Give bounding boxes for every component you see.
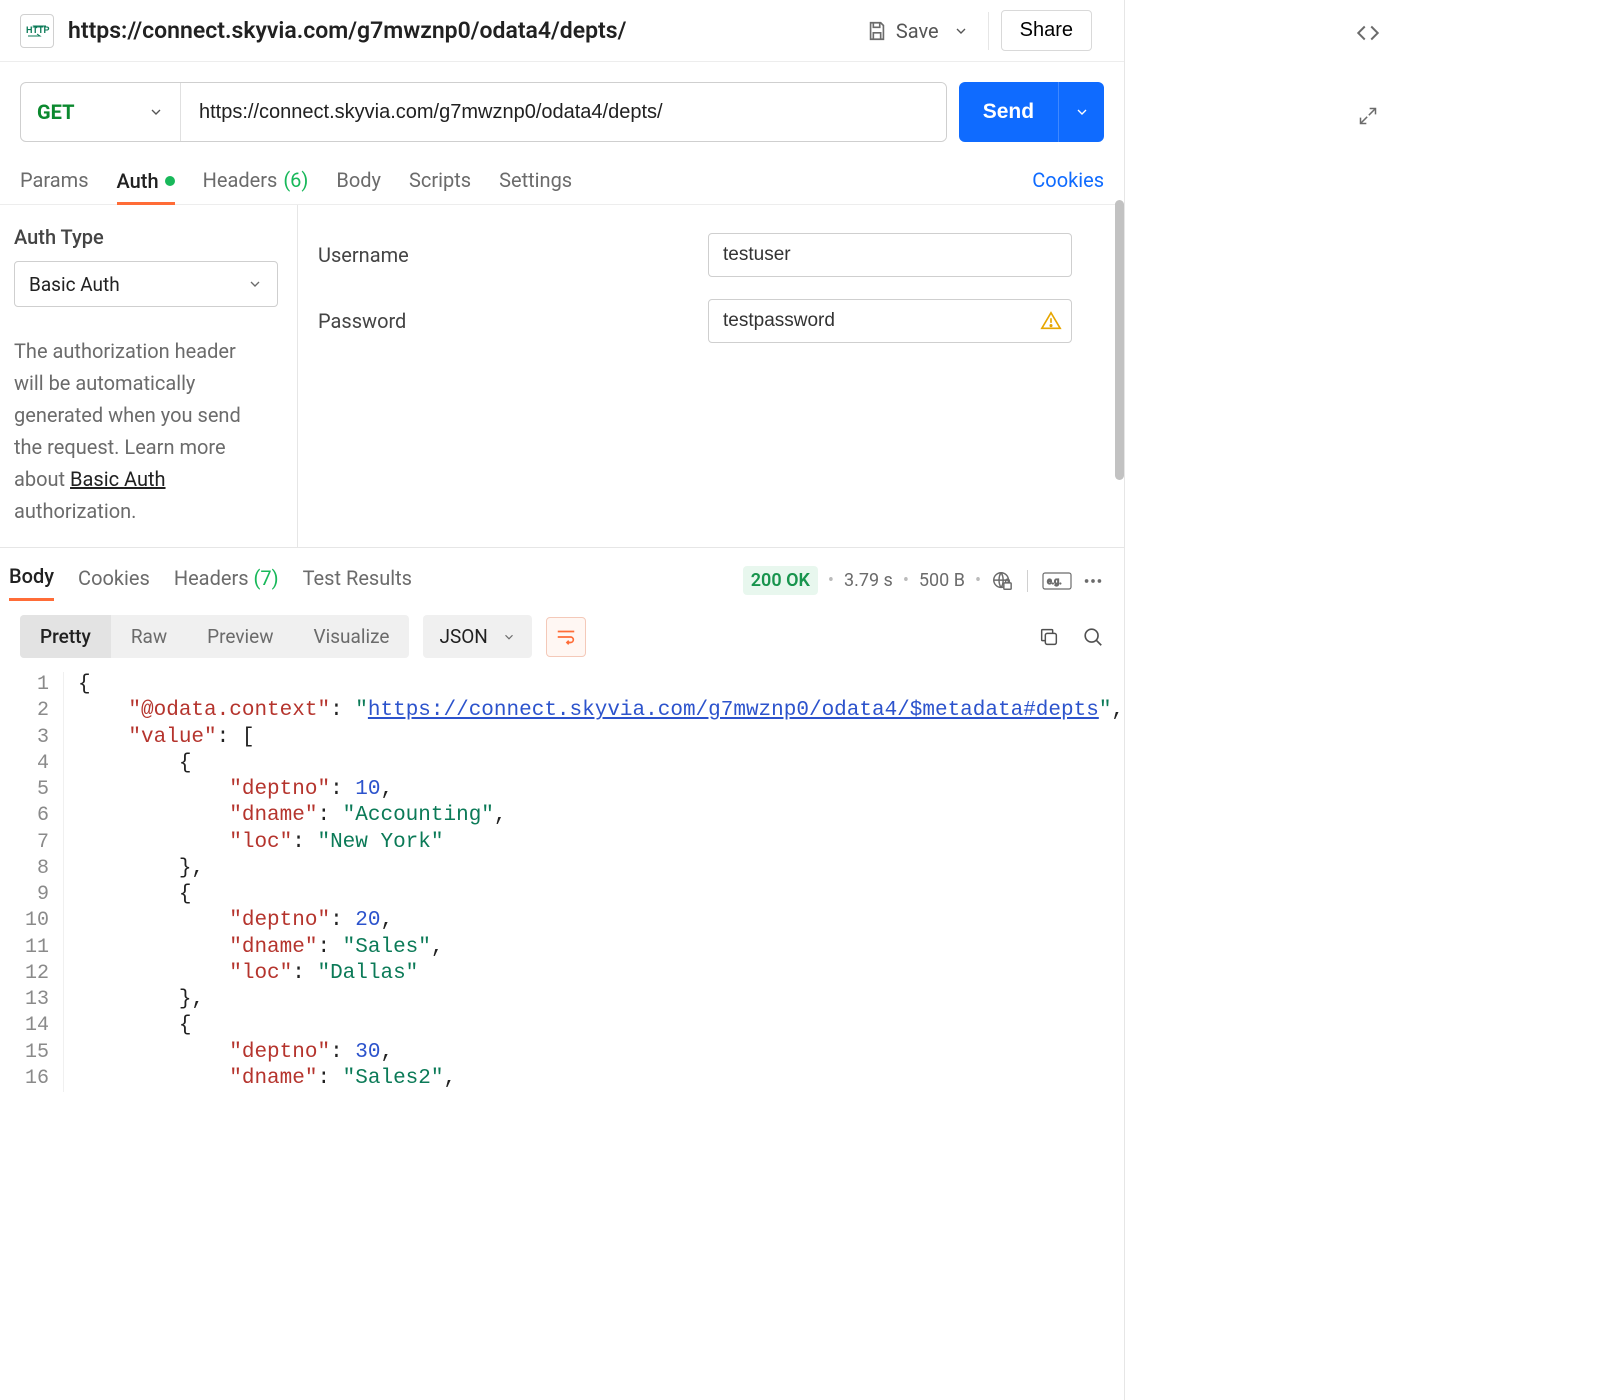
right-rail <box>1125 0 1610 1400</box>
status-code: 200 OK <box>743 566 818 595</box>
code-line: 11 "dname": "Sales", <box>8 935 1124 961</box>
password-label: Password <box>318 309 708 333</box>
view-mode-segment: Pretty Raw Preview Visualize <box>20 615 409 658</box>
method-label: GET <box>37 100 74 124</box>
auth-type-value: Basic Auth <box>29 273 120 296</box>
view-visualize[interactable]: Visualize <box>294 615 410 658</box>
chevron-down-icon <box>1074 104 1090 120</box>
response-tab-cookies[interactable]: Cookies <box>78 562 150 600</box>
code-line: 8 }, <box>8 856 1124 882</box>
tab-settings[interactable]: Settings <box>499 162 572 198</box>
svg-text:e.g.: e.g. <box>1047 577 1062 587</box>
chevron-down-icon <box>247 276 263 292</box>
warning-icon <box>1040 310 1062 332</box>
response-time: 3.79 s <box>844 570 893 591</box>
chevron-down-icon <box>953 23 969 39</box>
wrap-icon <box>555 626 577 648</box>
save-response-icon[interactable]: e.g. <box>1042 572 1072 590</box>
send-button[interactable]: Send <box>959 82 1058 142</box>
http-method-icon: HTTP <box>20 14 54 48</box>
code-line: 5 "deptno": 10, <box>8 777 1124 803</box>
format-bar: Pretty Raw Preview Visualize JSON <box>0 601 1124 672</box>
save-label: Save <box>896 19 939 43</box>
auth-type-label: Auth Type <box>14 225 283 249</box>
status-dot-icon <box>165 176 175 186</box>
save-button[interactable]: Save <box>858 13 947 49</box>
expand-icon[interactable] <box>1358 106 1378 126</box>
view-raw[interactable]: Raw <box>111 615 187 658</box>
copy-icon <box>1038 626 1060 648</box>
network-globe-icon[interactable] <box>991 570 1013 592</box>
tab-params[interactable]: Params <box>20 162 89 198</box>
code-snippet-icon[interactable] <box>1355 20 1381 46</box>
code-line: 4 { <box>8 751 1124 777</box>
code-line: 13 }, <box>8 987 1124 1013</box>
password-input[interactable] <box>708 299 1072 343</box>
code-line: 2 "@odata.context": "https://connect.sky… <box>8 698 1124 724</box>
vertical-scrollbar[interactable] <box>1115 200 1124 480</box>
send-options-caret[interactable] <box>1058 82 1104 142</box>
cookies-link[interactable]: Cookies <box>1032 168 1104 192</box>
language-label: JSON <box>439 625 487 648</box>
wrap-lines-button[interactable] <box>546 617 586 657</box>
save-icon <box>866 20 888 42</box>
copy-response-button[interactable] <box>1038 626 1060 648</box>
code-line: 1{ <box>8 672 1124 698</box>
tab-header: HTTP https://connect.skyvia.com/g7mwznp0… <box>0 0 1124 62</box>
view-pretty[interactable]: Pretty <box>20 615 111 658</box>
search-icon <box>1082 626 1104 648</box>
request-tab-title: https://connect.skyvia.com/g7mwznp0/odat… <box>68 17 858 44</box>
save-options-caret[interactable] <box>951 12 989 50</box>
response-size: 500 B <box>919 570 965 591</box>
language-select[interactable]: JSON <box>423 615 531 658</box>
code-line: 14 { <box>8 1013 1124 1039</box>
tab-headers[interactable]: Headers (6) <box>203 162 309 198</box>
response-tab-testresults[interactable]: Test Results <box>303 562 412 600</box>
chevron-down-icon <box>502 630 516 644</box>
search-response-button[interactable] <box>1082 626 1104 648</box>
code-line: 16 "dname": "Sales2", <box>8 1066 1124 1092</box>
more-icon[interactable] <box>1082 570 1104 592</box>
request-line: GET Send <box>0 62 1124 162</box>
code-line: 10 "deptno": 20, <box>8 908 1124 934</box>
response-body-code[interactable]: 1{2 "@odata.context": "https://connect.s… <box>0 672 1124 1092</box>
share-button[interactable]: Share <box>1001 10 1092 51</box>
username-input[interactable] <box>708 233 1072 277</box>
response-tabs: Body Cookies Headers (7) Test Results 20… <box>0 548 1124 601</box>
username-label: Username <box>318 243 708 267</box>
method-select[interactable]: GET <box>21 83 181 141</box>
auth-help-link[interactable]: Basic Auth <box>70 467 165 491</box>
tab-body[interactable]: Body <box>336 162 381 198</box>
tab-authorization[interactable]: Auth <box>117 163 175 205</box>
response-tab-body[interactable]: Body <box>9 560 54 601</box>
code-line: 3 "value": [ <box>8 725 1124 751</box>
url-input[interactable] <box>181 83 946 141</box>
tab-scripts[interactable]: Scripts <box>409 162 471 198</box>
view-preview[interactable]: Preview <box>187 615 293 658</box>
auth-help-text: The authorization header will be automat… <box>14 335 283 527</box>
chevron-down-icon <box>148 104 164 120</box>
code-line: 7 "loc": "New York" <box>8 830 1124 856</box>
request-tabs: Params Auth Headers (6) Body Scripts Set… <box>0 162 1124 205</box>
code-line: 15 "deptno": 30, <box>8 1040 1124 1066</box>
auth-panel: Auth Type Basic Auth The authorization h… <box>0 205 1124 548</box>
auth-type-select[interactable]: Basic Auth <box>14 261 278 307</box>
code-line: 6 "dname": "Accounting", <box>8 803 1124 829</box>
code-line: 9 { <box>8 882 1124 908</box>
response-tab-headers[interactable]: Headers (7) <box>174 562 279 600</box>
code-line: 12 "loc": "Dallas" <box>8 961 1124 987</box>
